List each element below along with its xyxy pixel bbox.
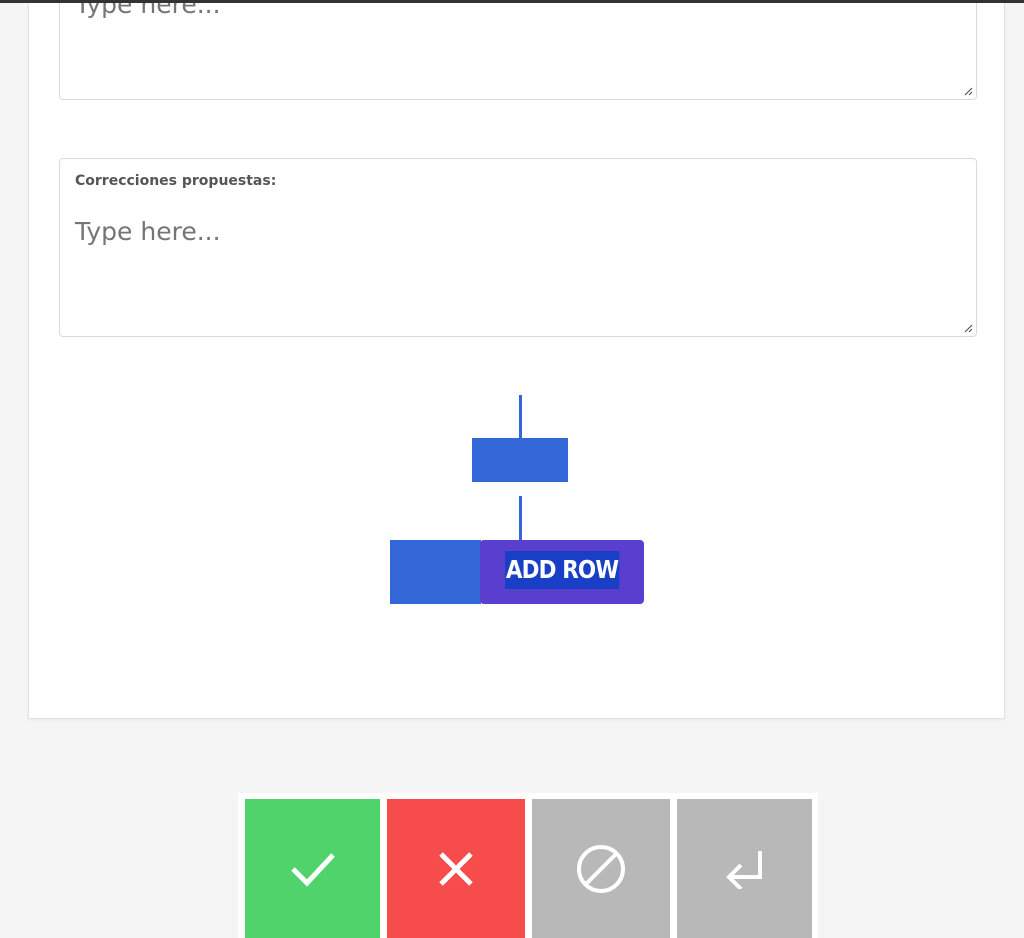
check-icon [290, 852, 335, 887]
diagram-node-left [390, 540, 481, 604]
resize-handle-icon[interactable] [963, 86, 973, 96]
proposed-corrections-placeholder: Type here... [75, 217, 221, 246]
add-row-label: ADD ROW [505, 551, 620, 589]
diagram-connector-bottom [519, 496, 522, 540]
back-button[interactable] [677, 799, 812, 938]
proposed-corrections-label: Correcciones propuestas: [75, 173, 277, 189]
resize-handle-icon[interactable] [963, 323, 973, 333]
reject-button[interactable] [387, 799, 525, 938]
action-bar [238, 793, 818, 938]
proposed-corrections-textarea[interactable]: Correcciones propuestas: Type here... [59, 158, 977, 337]
diagram-connector-top [519, 395, 522, 441]
return-arrow-icon [725, 850, 762, 889]
close-icon [439, 851, 473, 886]
prohibited-icon [577, 844, 625, 893]
diagram-node-top [472, 438, 568, 482]
accept-button[interactable] [245, 799, 380, 938]
previous-textarea[interactable]: Type here... [59, 3, 977, 100]
add-row-button[interactable]: ADD ROW [480, 540, 644, 604]
skip-button[interactable] [532, 799, 670, 938]
form-card: Type here... Correcciones propuestas: Ty… [28, 3, 1005, 719]
previous-textarea-placeholder: Type here... [75, 3, 221, 19]
